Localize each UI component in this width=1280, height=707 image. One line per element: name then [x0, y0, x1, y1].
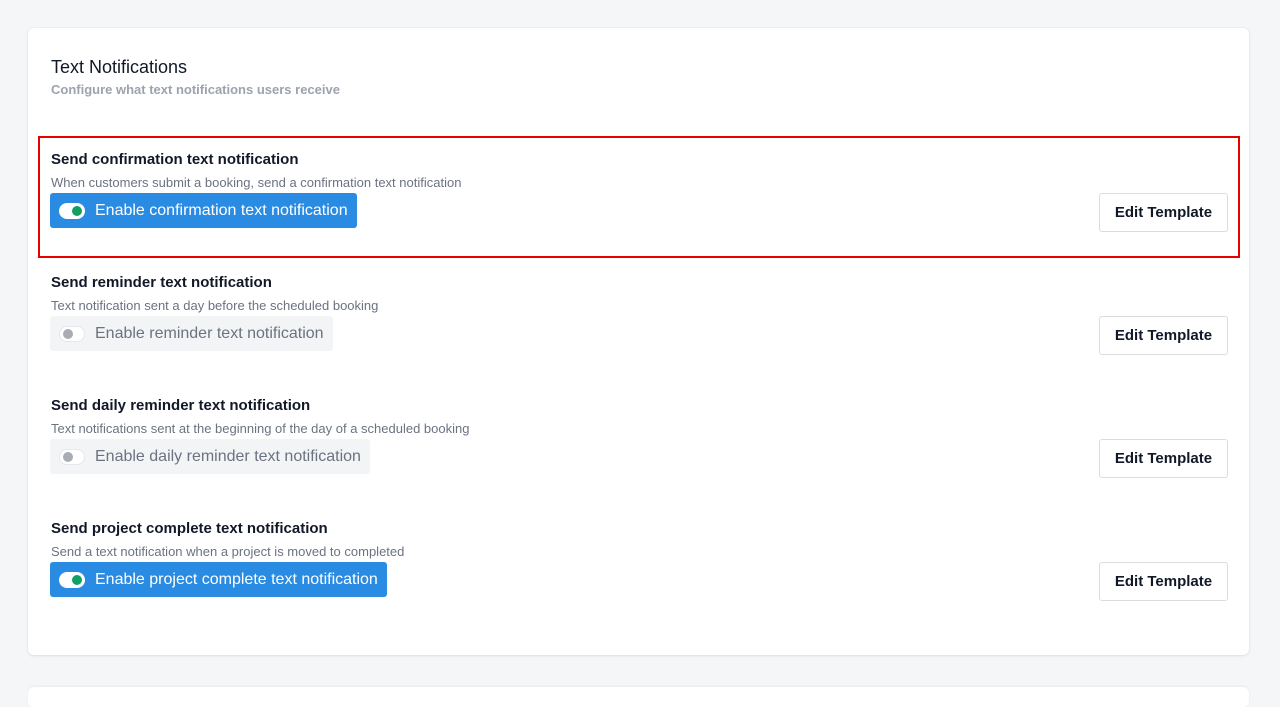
edit-template-button[interactable]: Edit Template	[1099, 193, 1228, 232]
notification-description: Send a text notification when a project …	[51, 544, 405, 559]
notification-title: Send reminder text notification	[51, 274, 272, 291]
text-notifications-card: Text Notifications Configure what text n…	[28, 28, 1249, 655]
notification-description: Text notification sent a day before the …	[51, 298, 379, 313]
toggle-label: Enable reminder text notification	[95, 324, 324, 342]
toggle-switch-icon	[59, 571, 85, 588]
section-title: Text Notifications	[51, 57, 188, 77]
edit-template-button[interactable]: Edit Template	[1099, 316, 1228, 355]
daily-reminder-toggle[interactable]: Enable daily reminder text notification	[50, 439, 370, 474]
notification-row-confirmation: Send confirmation text notification When…	[50, 151, 1228, 241]
notification-row-project-complete: Send project complete text notification …	[50, 520, 1228, 610]
confirmation-toggle[interactable]: Enable confirmation text notification	[50, 193, 357, 228]
notification-title: Send daily reminder text notification	[51, 397, 311, 414]
toggle-label: Enable project complete text notificatio…	[95, 570, 378, 588]
reminder-toggle[interactable]: Enable reminder text notification	[50, 316, 333, 351]
edit-template-button[interactable]: Edit Template	[1099, 439, 1228, 478]
toggle-switch-icon	[59, 202, 85, 219]
notification-description: When customers submit a booking, send a …	[51, 175, 462, 190]
notification-row-reminder: Send reminder text notification Text not…	[50, 274, 1228, 364]
next-card-edge	[28, 687, 1249, 707]
notification-title: Send project complete text notification	[51, 520, 328, 537]
toggle-label: Enable daily reminder text notification	[95, 447, 361, 465]
section-subtitle: Configure what text notifications users …	[51, 82, 340, 97]
toggle-switch-icon	[59, 325, 85, 342]
toggle-switch-icon	[59, 448, 85, 465]
notification-description: Text notifications sent at the beginning…	[51, 421, 470, 436]
toggle-label: Enable confirmation text notification	[95, 201, 348, 219]
notification-title: Send confirmation text notification	[51, 151, 299, 168]
edit-template-button[interactable]: Edit Template	[1099, 562, 1228, 601]
project-complete-toggle[interactable]: Enable project complete text notificatio…	[50, 562, 387, 597]
notification-row-daily-reminder: Send daily reminder text notification Te…	[50, 397, 1228, 487]
